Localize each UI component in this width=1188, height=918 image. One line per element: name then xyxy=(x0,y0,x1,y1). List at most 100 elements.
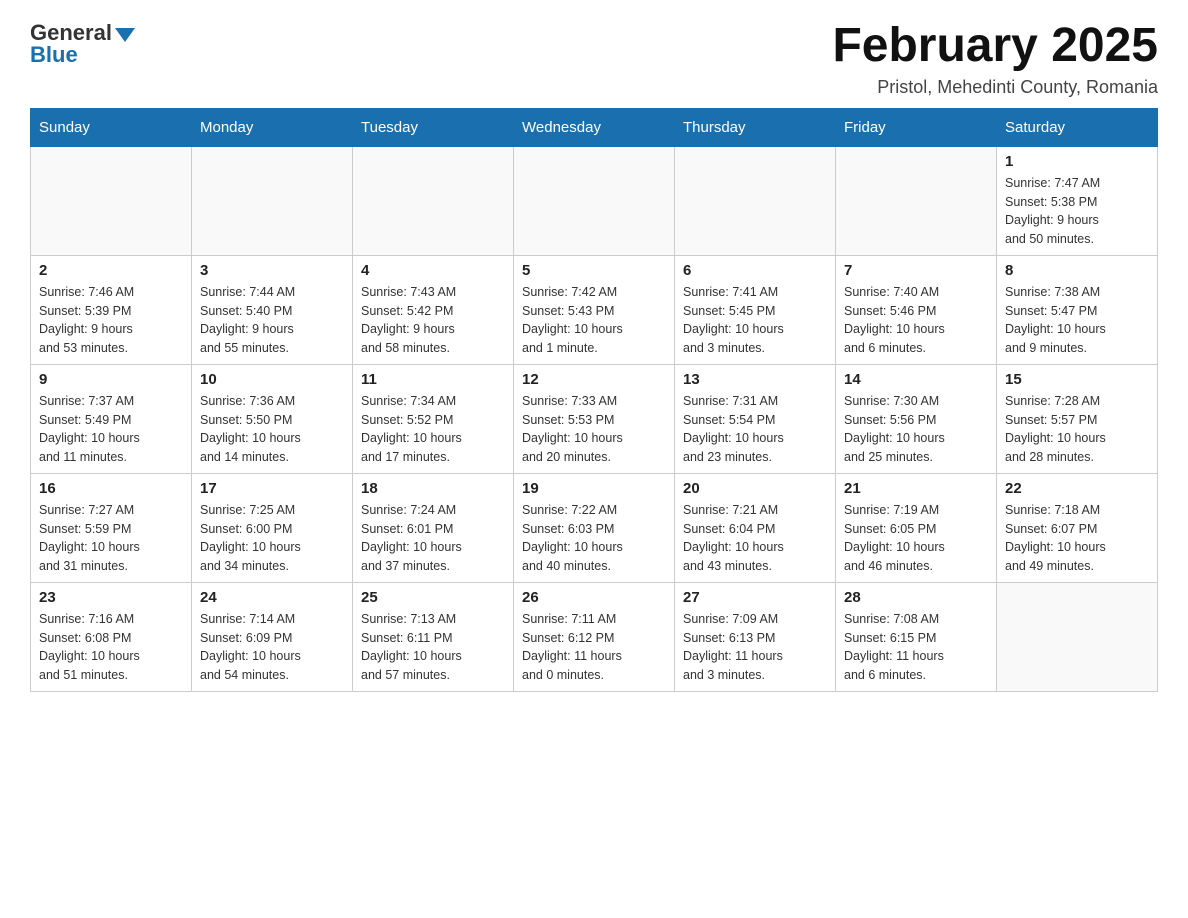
calendar-header: SundayMondayTuesdayWednesdayThursdayFrid… xyxy=(31,108,1158,146)
day-info: Sunrise: 7:28 AM Sunset: 5:57 PM Dayligh… xyxy=(1005,392,1149,467)
day-info: Sunrise: 7:14 AM Sunset: 6:09 PM Dayligh… xyxy=(200,610,344,685)
weekday-header-sunday: Sunday xyxy=(31,108,192,146)
calendar-cell xyxy=(997,582,1158,691)
day-number: 20 xyxy=(683,480,827,497)
day-number: 8 xyxy=(1005,262,1149,279)
day-number: 14 xyxy=(844,371,988,388)
day-number: 10 xyxy=(200,371,344,388)
day-info: Sunrise: 7:27 AM Sunset: 5:59 PM Dayligh… xyxy=(39,501,183,576)
day-info: Sunrise: 7:44 AM Sunset: 5:40 PM Dayligh… xyxy=(200,283,344,358)
day-number: 7 xyxy=(844,262,988,279)
calendar-cell: 28 Sunrise: 7:08 AM Sunset: 6:15 PM Dayli… xyxy=(836,582,997,691)
weekday-header-thursday: Thursday xyxy=(675,108,836,146)
day-info: Sunrise: 7:21 AM Sunset: 6:04 PM Dayligh… xyxy=(683,501,827,576)
weekday-header-tuesday: Tuesday xyxy=(353,108,514,146)
day-number: 19 xyxy=(522,480,666,497)
day-info: Sunrise: 7:18 AM Sunset: 6:07 PM Dayligh… xyxy=(1005,501,1149,576)
day-number: 3 xyxy=(200,262,344,279)
logo-blue-text: Blue xyxy=(30,42,78,68)
logo: General Blue xyxy=(30,20,135,68)
page-header: General Blue February 2025 Pristol, Mehe… xyxy=(30,20,1158,98)
day-info: Sunrise: 7:08 AM Sunset: 6:15 PM Dayligh… xyxy=(844,610,988,685)
day-info: Sunrise: 7:38 AM Sunset: 5:47 PM Dayligh… xyxy=(1005,283,1149,358)
day-number: 25 xyxy=(361,589,505,606)
calendar-cell: 25Sunrise: 7:13 AM Sunset: 6:11 PM Dayli… xyxy=(353,582,514,691)
day-number: 24 xyxy=(200,589,344,606)
calendar-cell xyxy=(675,146,836,255)
calendar-cell: 13 Sunrise: 7:31 AM Sunset: 5:54 PM Dayli… xyxy=(675,364,836,473)
calendar-subtitle: Pristol, Mehedinti County, Romania xyxy=(832,77,1158,98)
day-number: 27 xyxy=(683,589,827,606)
weekday-header-friday: Friday xyxy=(836,108,997,146)
day-info: Sunrise: 7:09 AM Sunset: 6:13 PM Dayligh… xyxy=(683,610,827,685)
day-info: Sunrise: 7:22 AM Sunset: 6:03 PM Dayligh… xyxy=(522,501,666,576)
calendar-cell: 27 Sunrise: 7:09 AM Sunset: 6:13 PM Dayli… xyxy=(675,582,836,691)
day-number: 17 xyxy=(200,480,344,497)
calendar-title: February 2025 xyxy=(832,20,1158,73)
day-number: 21 xyxy=(844,480,988,497)
calendar-week-3: 9 Sunrise: 7:37 AM Sunset: 5:49 PM Daylig… xyxy=(31,364,1158,473)
day-info: Sunrise: 7:37 AM Sunset: 5:49 PM Dayligh… xyxy=(39,392,183,467)
day-number: 9 xyxy=(39,371,183,388)
calendar-cell: 3 Sunrise: 7:44 AM Sunset: 5:40 PM Daylig… xyxy=(192,255,353,364)
calendar-cell xyxy=(31,146,192,255)
calendar-cell: 20 Sunrise: 7:21 AM Sunset: 6:04 PM Dayli… xyxy=(675,473,836,582)
calendar-cell: 5Sunrise: 7:42 AM Sunset: 5:43 PM Daylig… xyxy=(514,255,675,364)
calendar-cell: 16 Sunrise: 7:27 AM Sunset: 5:59 PM Dayli… xyxy=(31,473,192,582)
day-number: 16 xyxy=(39,480,183,497)
day-info: Sunrise: 7:31 AM Sunset: 5:54 PM Dayligh… xyxy=(683,392,827,467)
day-number: 23 xyxy=(39,589,183,606)
day-info: Sunrise: 7:16 AM Sunset: 6:08 PM Dayligh… xyxy=(39,610,183,685)
calendar-body: 1Sunrise: 7:47 AM Sunset: 5:38 PM Daylig… xyxy=(31,146,1158,691)
calendar-cell: 18 Sunrise: 7:24 AM Sunset: 6:01 PM Dayli… xyxy=(353,473,514,582)
day-number: 28 xyxy=(844,589,988,606)
calendar-cell: 11 Sunrise: 7:34 AM Sunset: 5:52 PM Dayli… xyxy=(353,364,514,473)
calendar-week-1: 1Sunrise: 7:47 AM Sunset: 5:38 PM Daylig… xyxy=(31,146,1158,255)
calendar-cell: 7 Sunrise: 7:40 AM Sunset: 5:46 PM Daylig… xyxy=(836,255,997,364)
day-number: 12 xyxy=(522,371,666,388)
logo-arrow-icon xyxy=(115,28,135,42)
calendar-cell: 15 Sunrise: 7:28 AM Sunset: 5:57 PM Dayli… xyxy=(997,364,1158,473)
day-number: 2 xyxy=(39,262,183,279)
calendar-cell: 24 Sunrise: 7:14 AM Sunset: 6:09 PM Dayli… xyxy=(192,582,353,691)
calendar-cell xyxy=(192,146,353,255)
day-number: 13 xyxy=(683,371,827,388)
day-info: Sunrise: 7:34 AM Sunset: 5:52 PM Dayligh… xyxy=(361,392,505,467)
day-info: Sunrise: 7:24 AM Sunset: 6:01 PM Dayligh… xyxy=(361,501,505,576)
day-info: Sunrise: 7:43 AM Sunset: 5:42 PM Dayligh… xyxy=(361,283,505,358)
day-info: Sunrise: 7:36 AM Sunset: 5:50 PM Dayligh… xyxy=(200,392,344,467)
weekday-header-monday: Monday xyxy=(192,108,353,146)
day-info: Sunrise: 7:11 AM Sunset: 6:12 PM Dayligh… xyxy=(522,610,666,685)
day-number: 4 xyxy=(361,262,505,279)
calendar-week-4: 16 Sunrise: 7:27 AM Sunset: 5:59 PM Dayli… xyxy=(31,473,1158,582)
day-info: Sunrise: 7:40 AM Sunset: 5:46 PM Dayligh… xyxy=(844,283,988,358)
day-info: Sunrise: 7:25 AM Sunset: 6:00 PM Dayligh… xyxy=(200,501,344,576)
calendar-cell: 12 Sunrise: 7:33 AM Sunset: 5:53 PM Dayli… xyxy=(514,364,675,473)
calendar-cell: 8 Sunrise: 7:38 AM Sunset: 5:47 PM Daylig… xyxy=(997,255,1158,364)
day-info: Sunrise: 7:19 AM Sunset: 6:05 PM Dayligh… xyxy=(844,501,988,576)
day-info: Sunrise: 7:41 AM Sunset: 5:45 PM Dayligh… xyxy=(683,283,827,358)
day-number: 11 xyxy=(361,371,505,388)
day-number: 26 xyxy=(522,589,666,606)
calendar-cell: 17 Sunrise: 7:25 AM Sunset: 6:00 PM Dayli… xyxy=(192,473,353,582)
calendar-cell: 14 Sunrise: 7:30 AM Sunset: 5:56 PM Dayli… xyxy=(836,364,997,473)
calendar-cell: 22Sunrise: 7:18 AM Sunset: 6:07 PM Dayli… xyxy=(997,473,1158,582)
calendar-cell: 26 Sunrise: 7:11 AM Sunset: 6:12 PM Dayli… xyxy=(514,582,675,691)
calendar-cell: 2Sunrise: 7:46 AM Sunset: 5:39 PM Daylig… xyxy=(31,255,192,364)
day-info: Sunrise: 7:33 AM Sunset: 5:53 PM Dayligh… xyxy=(522,392,666,467)
calendar-cell: 19 Sunrise: 7:22 AM Sunset: 6:03 PM Dayli… xyxy=(514,473,675,582)
weekday-header-row: SundayMondayTuesdayWednesdayThursdayFrid… xyxy=(31,108,1158,146)
day-number: 18 xyxy=(361,480,505,497)
title-block: February 2025 Pristol, Mehedinti County,… xyxy=(832,20,1158,98)
day-number: 15 xyxy=(1005,371,1149,388)
calendar-week-2: 2Sunrise: 7:46 AM Sunset: 5:39 PM Daylig… xyxy=(31,255,1158,364)
calendar-table: SundayMondayTuesdayWednesdayThursdayFrid… xyxy=(30,108,1158,692)
day-number: 1 xyxy=(1005,153,1149,170)
weekday-header-saturday: Saturday xyxy=(997,108,1158,146)
calendar-cell xyxy=(353,146,514,255)
weekday-header-wednesday: Wednesday xyxy=(514,108,675,146)
day-info: Sunrise: 7:42 AM Sunset: 5:43 PM Dayligh… xyxy=(522,283,666,358)
day-info: Sunrise: 7:30 AM Sunset: 5:56 PM Dayligh… xyxy=(844,392,988,467)
calendar-cell: 21 Sunrise: 7:19 AM Sunset: 6:05 PM Dayli… xyxy=(836,473,997,582)
calendar-cell: 6Sunrise: 7:41 AM Sunset: 5:45 PM Daylig… xyxy=(675,255,836,364)
